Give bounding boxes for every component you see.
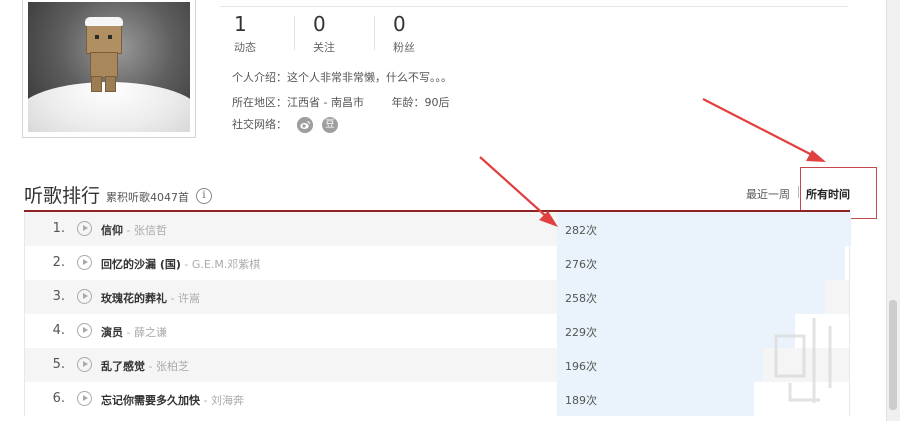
ranking-subtitle: 累积听歌4047首 — [106, 191, 189, 204]
avatar[interactable] — [22, 0, 196, 138]
table-row[interactable]: 2. 回忆的沙漏 (国) - G.E.M.邓紫棋 276次 — [24, 246, 850, 280]
play-count: 282次 — [565, 224, 597, 237]
stat-following-label: 关注 — [313, 41, 335, 54]
rank-index: 1. — [52, 221, 65, 236]
table-row[interactable]: 1. 信仰 - 张信哲 282次 — [24, 212, 851, 246]
play-count: 276次 — [565, 258, 597, 271]
weibo-icon[interactable] — [296, 117, 313, 133]
douban-icon[interactable]: 豆 — [322, 117, 338, 133]
play-icon[interactable] — [77, 255, 92, 270]
play-count-bar — [557, 246, 845, 280]
play-icon[interactable] — [77, 323, 92, 338]
danbo-figure — [85, 17, 123, 54]
song-name[interactable]: 演员 — [101, 326, 123, 339]
song-name[interactable]: 乱了感觉 — [101, 360, 145, 373]
ranking-title: 听歌排行 — [24, 185, 101, 207]
stat-following[interactable]: 0 关注 — [313, 12, 335, 55]
play-count-bar — [557, 212, 851, 246]
song-artist[interactable]: - 刘海奔 — [204, 394, 244, 407]
song-artist[interactable]: - 张信哲 — [127, 224, 167, 237]
profile-intro: 个人介绍：这个人非常非常懒，什么不写。。。 — [232, 71, 452, 84]
location-label: 所在地区： — [232, 96, 287, 109]
song-name[interactable]: 玫瑰花的葬礼 — [101, 292, 167, 305]
rank-index: 5. — [52, 357, 65, 372]
social-label: 社交网络： — [232, 118, 287, 131]
stat-followers[interactable]: 0 粉丝 — [393, 12, 415, 55]
song-name[interactable]: 忘记你需要多久加快 — [101, 394, 200, 407]
song-name[interactable]: 回忆的沙漏 (国) — [101, 258, 181, 271]
stat-followers-value: 0 — [393, 12, 406, 36]
rank-index: 2. — [52, 255, 65, 270]
rank-index: 3. — [52, 289, 65, 304]
ranking-list: 1. 信仰 - 张信哲 282次 2. 回忆的沙漏 (国) - G.E.M.邓紫… — [24, 212, 851, 416]
song-artist[interactable]: - 薛之谦 — [127, 326, 167, 339]
play-icon[interactable] — [77, 221, 92, 236]
vertical-scrollbar[interactable] — [886, 0, 900, 421]
age-value: 90后 — [424, 96, 450, 109]
rank-index: 4. — [52, 323, 65, 338]
stat-followers-label: 粉丝 — [393, 41, 415, 54]
stat-posts-value: 1 — [234, 12, 247, 36]
play-count: 229次 — [565, 326, 597, 339]
play-icon[interactable] — [77, 289, 92, 304]
play-count-bar — [557, 280, 825, 314]
table-row[interactable]: 5. 乱了感觉 - 张柏芝 196次 — [24, 348, 850, 382]
profile-page: 1 动态 0 关注 0 粉丝 个人介绍：这个人非常非常懒，什么不写。。。 所在地… — [0, 0, 887, 421]
table-row[interactable]: 4. 演员 - 薛之谦 229次 — [24, 314, 850, 348]
play-count: 258次 — [565, 292, 597, 305]
table-row[interactable]: 6. 忘记你需要多久加快 - 刘海奔 189次 — [24, 382, 850, 416]
avatar-image — [28, 2, 190, 132]
play-count: 189次 — [565, 394, 597, 407]
play-icon[interactable] — [77, 391, 92, 406]
info-icon[interactable]: i — [196, 188, 212, 204]
social-network-row: 社交网络： 豆 — [232, 116, 338, 133]
song-artist[interactable]: - 张柏芝 — [149, 360, 189, 373]
stat-posts-label: 动态 — [234, 41, 256, 54]
profile-location-row: 所在地区：江西省 - 南昌市 年龄：90后 — [232, 94, 449, 110]
stat-posts[interactable]: 1 动态 — [234, 12, 256, 55]
location-value: 江西省 - 南昌市 — [287, 96, 364, 109]
table-row[interactable]: 3. 玫瑰花的葬礼 - 许嵩 258次 — [24, 280, 850, 314]
song-artist[interactable]: - 许嵩 — [171, 292, 200, 305]
age-label: 年龄： — [391, 96, 425, 109]
play-count: 196次 — [565, 360, 597, 373]
scrollbar-thumb[interactable] — [889, 300, 897, 410]
stat-following-value: 0 — [313, 12, 326, 36]
rank-index: 6. — [52, 391, 65, 406]
tab-last-week[interactable]: 最近一周 — [746, 186, 790, 202]
play-icon[interactable] — [77, 357, 92, 372]
song-artist[interactable]: - G.E.M.邓紫棋 — [184, 258, 260, 271]
song-name[interactable]: 信仰 — [101, 224, 123, 237]
header-divider — [220, 6, 848, 7]
